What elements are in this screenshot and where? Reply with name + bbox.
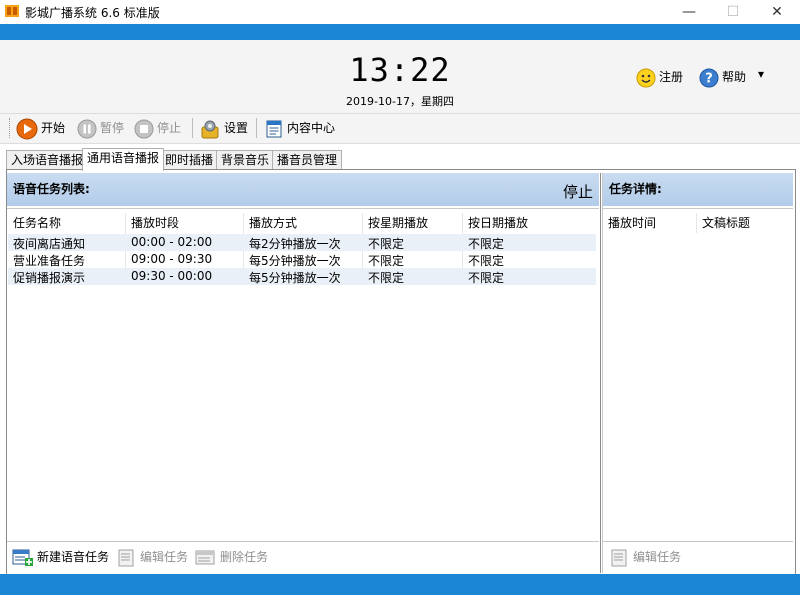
edit-list-icon (118, 549, 134, 566)
column-separator (696, 213, 697, 233)
settings-label: 设置 (224, 121, 249, 135)
task-name-cell: 营业准备任务 (13, 254, 86, 268)
toolbar-grip (9, 118, 12, 138)
tab-announcer-management[interactable]: 播音员管理 (272, 150, 343, 170)
document-icon (266, 120, 282, 137)
task-detail-header: 任务详情: (603, 173, 793, 206)
delete-list-icon (195, 550, 215, 564)
detail-edit-task-button[interactable]: 编辑任务 (610, 546, 681, 568)
play-icon (16, 118, 38, 139)
maximize-button[interactable]: ☐ (710, 0, 756, 24)
pane-divider (600, 173, 601, 573)
smiley-icon (636, 68, 656, 87)
toolbar-separator (192, 118, 193, 138)
bottom-accent-band (0, 574, 800, 595)
time-range-cell: 00:00 - 02:00 (131, 235, 213, 249)
pause-icon (77, 119, 97, 138)
top-accent-band (0, 24, 800, 40)
content-center-label: 内容中心 (287, 121, 336, 135)
delete-task-button[interactable]: 删除任务 (195, 546, 268, 568)
column-header[interactable]: 播放方式 (249, 213, 297, 233)
header-menu-dropdown[interactable]: ▾ (758, 67, 764, 81)
task-name-cell: 促销播报演示 (13, 271, 86, 285)
new-task-button[interactable]: 新建语音任务 (12, 546, 109, 568)
date-cell: 不限定 (468, 254, 505, 268)
edit-task-label: 编辑任务 (140, 550, 189, 564)
stop-label: 停止 (157, 121, 182, 135)
date-cell: 不限定 (468, 271, 505, 285)
play-mode-cell: 每5分钟播放一次 (249, 271, 341, 285)
edit-task-button[interactable]: 编辑任务 (117, 546, 188, 568)
stop-button[interactable]: 停止 (134, 117, 181, 139)
add-list-icon (12, 549, 33, 566)
date-display: 2019-10-17，星期四 (346, 95, 454, 108)
help-link[interactable]: ? 帮助 (699, 66, 746, 88)
clock-display: 13:22 (349, 51, 451, 89)
playback-status: 停止 (563, 183, 594, 201)
play-mode-cell: 每5分钟播放一次 (249, 254, 341, 268)
task-detail-title: 任务详情: (609, 182, 662, 196)
weekday-cell: 不限定 (368, 237, 405, 251)
tab-instant-insert[interactable]: 即时插播 (160, 150, 219, 170)
help-label: 帮助 (722, 70, 747, 84)
task-list-column-headers: 任务名称 播放时段 播放方式 按星期播放 按日期播放 (0, 213, 600, 233)
close-button[interactable]: ✕ (754, 0, 800, 24)
tab-background-music[interactable]: 背景音乐 (216, 150, 275, 170)
column-header[interactable]: 按日期播放 (468, 213, 528, 233)
tab-general-announcement[interactable]: 通用语音播报 (82, 148, 165, 171)
column-header[interactable]: 播放时段 (131, 213, 179, 233)
tab-entry-announcement[interactable]: 入场语音播报 (6, 150, 89, 170)
settings-gear-icon (201, 120, 219, 138)
new-task-label: 新建语音任务 (37, 550, 110, 564)
play-mode-cell: 每2分钟播放一次 (249, 237, 341, 251)
weekday-cell: 不限定 (368, 254, 405, 268)
column-header[interactable]: 文稿标题 (702, 213, 750, 233)
column-header[interactable]: 任务名称 (13, 213, 61, 233)
column-header[interactable]: 按星期播放 (368, 213, 428, 233)
register-label: 注册 (659, 70, 684, 84)
app-logo-icon (5, 5, 19, 17)
time-range-cell: 09:00 - 09:30 (131, 252, 213, 266)
stop-icon (134, 119, 154, 138)
task-list-header: 语音任务列表: (7, 173, 599, 206)
date-cell: 不限定 (468, 237, 505, 251)
toolbar-separator (256, 118, 257, 138)
help-icon: ? (699, 68, 719, 87)
pause-label: 暂停 (100, 121, 125, 135)
task-list-title: 语音任务列表: (13, 182, 90, 196)
weekday-cell: 不限定 (368, 271, 405, 285)
register-link[interactable]: 注册 (636, 66, 683, 88)
column-header[interactable]: 播放时间 (608, 213, 656, 233)
minimize-button[interactable]: — (666, 0, 712, 24)
detail-edit-task-label: 编辑任务 (633, 550, 682, 564)
pause-button[interactable]: 暂停 (77, 117, 124, 139)
task-name-cell: 夜间离店通知 (13, 237, 86, 251)
time-range-cell: 09:30 - 00:00 (131, 269, 213, 283)
title-bar: 影城广播系统 6.6 标准版 — ☐ ✕ (0, 0, 800, 24)
delete-task-label: 删除任务 (220, 550, 269, 564)
edit-list-icon (611, 549, 627, 566)
start-label: 开始 (41, 121, 66, 135)
task-detail-table (603, 208, 793, 542)
svg-text:?: ? (705, 71, 713, 86)
window-title: 影城广播系统 6.6 标准版 (25, 6, 160, 20)
content-center-button[interactable]: 内容中心 (264, 117, 335, 139)
task-detail-column-headers: 播放时间 文稿标题 (600, 213, 800, 233)
start-button[interactable]: 开始 (16, 117, 65, 139)
settings-button[interactable]: 设置 (199, 117, 248, 139)
